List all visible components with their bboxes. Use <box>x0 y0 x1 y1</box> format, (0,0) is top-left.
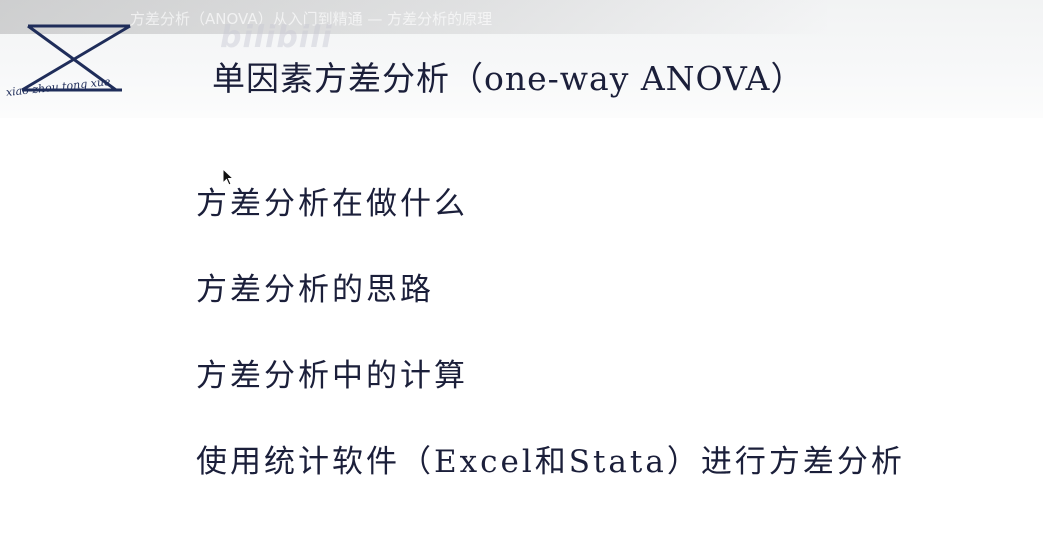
bilibili-watermark: bilibili <box>220 20 333 55</box>
logo-hourglass-icon <box>21 24 131 92</box>
agenda-list: 方差分析在做什么 方差分析的思路 方差分析中的计算 使用统计软件（Excel和S… <box>196 182 905 526</box>
slide-canvas: 方差分析（ANOVA）从入门到精通 — 方差分析的原理 bilibili xia… <box>0 0 1043 535</box>
agenda-item: 方差分析中的计算 <box>196 358 468 394</box>
agenda-item: 方差分析的思路 <box>196 272 434 308</box>
slide-title: 单因素方差分析（one-way ANOVA） <box>212 59 805 98</box>
agenda-item: 方差分析在做什么 <box>196 186 468 222</box>
agenda-item: 使用统计软件（Excel和Stata）进行方差分析 <box>196 444 905 480</box>
mouse-pointer-icon <box>222 168 234 186</box>
video-title-overlay: 方差分析（ANOVA）从入门到精通 — 方差分析的原理 <box>0 0 1043 34</box>
